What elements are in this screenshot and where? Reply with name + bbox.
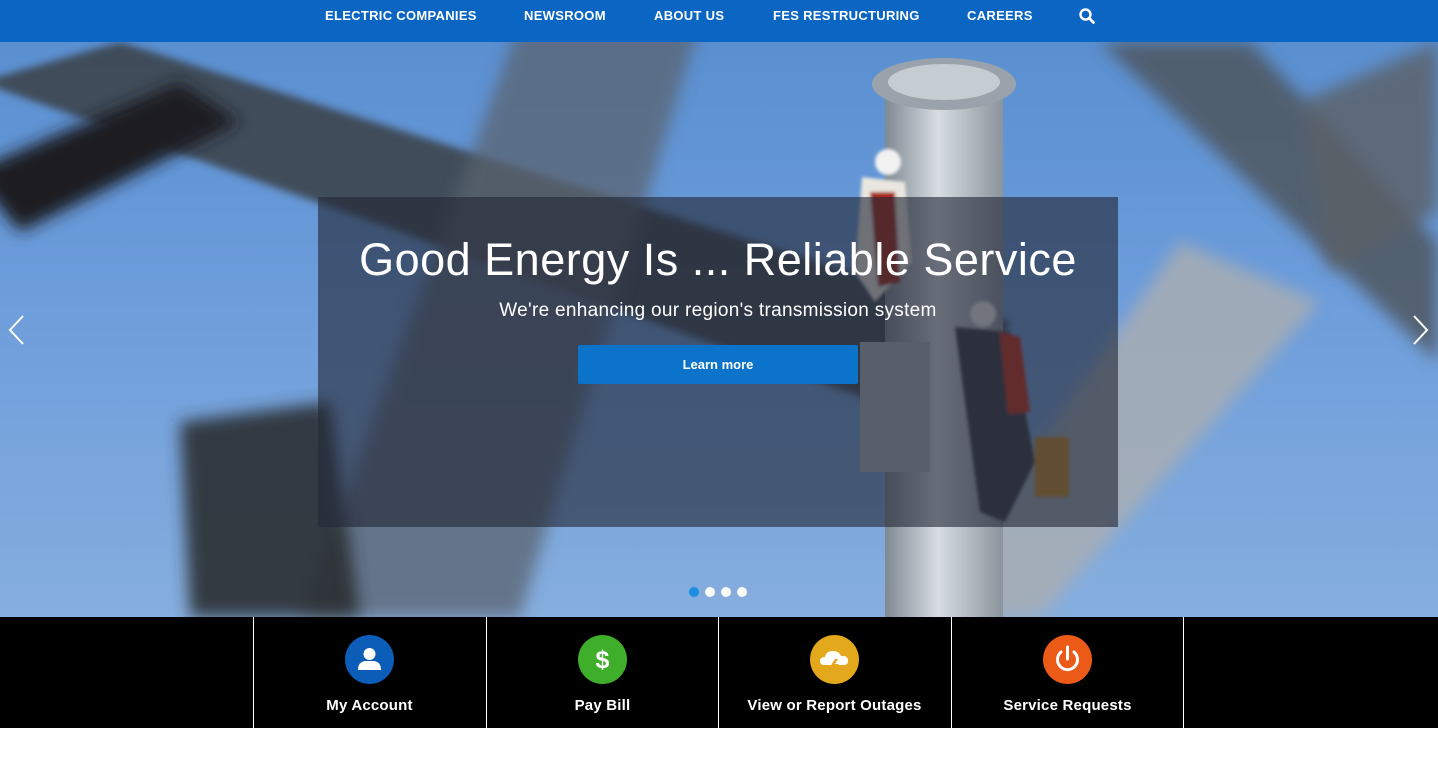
nav-about-us[interactable]: ABOUT US xyxy=(654,8,724,24)
search-icon[interactable] xyxy=(1078,7,1096,25)
hero-caption-panel: Good Energy Is ... Reliable Service We'r… xyxy=(318,197,1118,527)
my-account-label: My Account xyxy=(326,697,413,714)
chevron-right-icon[interactable] xyxy=(1410,314,1430,346)
carousel-dot-2[interactable] xyxy=(705,587,715,597)
nav-newsroom[interactable]: NEWSROOM xyxy=(524,8,606,24)
nav-electric-companies[interactable]: ELECTRIC COMPANIES xyxy=(325,8,477,24)
service-requests-label: Service Requests xyxy=(1003,697,1132,714)
hero-subtitle: We're enhancing our region's transmissio… xyxy=(499,300,937,321)
quick-links-bar: My Account $ Pay Bill View or Report Out… xyxy=(0,617,1438,728)
hero-title: Good Energy Is ... Reliable Service xyxy=(359,234,1077,285)
nav-careers[interactable]: CAREERS xyxy=(967,8,1033,24)
pay-bill-link[interactable]: $ Pay Bill xyxy=(486,617,718,728)
my-account-link[interactable]: My Account xyxy=(253,617,485,728)
svg-text:$: $ xyxy=(596,646,610,674)
service-requests-link[interactable]: Service Requests xyxy=(951,617,1184,728)
hero-carousel: Good Energy Is ... Reliable Service We'r… xyxy=(0,42,1438,617)
dollar-icon: $ xyxy=(578,635,627,684)
carousel-dot-3[interactable] xyxy=(721,587,731,597)
carousel-dot-4[interactable] xyxy=(737,587,747,597)
carousel-dot-1[interactable] xyxy=(689,587,699,597)
outages-link[interactable]: View or Report Outages xyxy=(718,617,950,728)
learn-more-button[interactable]: Learn more xyxy=(578,345,858,384)
chevron-left-icon[interactable] xyxy=(7,314,27,346)
nav-fes-restructuring[interactable]: FES RESTRUCTURING xyxy=(773,8,920,24)
pay-bill-label: Pay Bill xyxy=(574,697,631,714)
outages-label: View or Report Outages xyxy=(747,697,922,714)
top-navigation: ELECTRIC COMPANIES NEWSROOM ABOUT US FES… xyxy=(0,0,1438,42)
power-icon xyxy=(1043,635,1092,684)
user-icon xyxy=(345,635,394,684)
storm-cloud-icon xyxy=(810,635,859,684)
